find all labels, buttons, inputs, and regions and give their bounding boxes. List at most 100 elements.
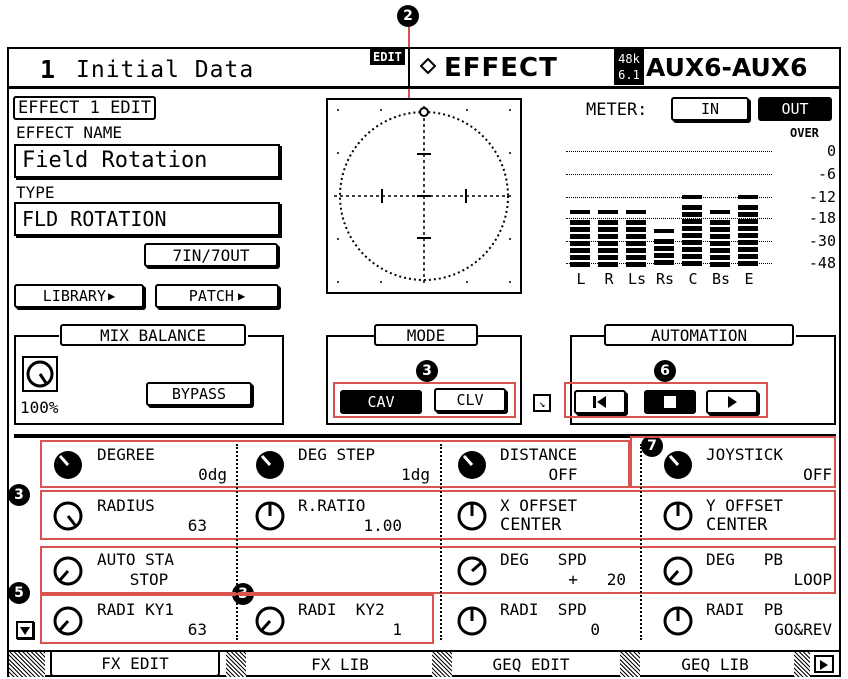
- meter-channel-Rs: Rs: [655, 270, 675, 288]
- play-icon: [728, 396, 737, 408]
- distance-value: OFF: [548, 465, 578, 484]
- clv-button[interactable]: CLV: [434, 388, 506, 412]
- cav-button[interactable]: CAV: [340, 390, 422, 414]
- tab-divider-icon: [432, 652, 452, 677]
- distance-knob[interactable]: [456, 449, 488, 485]
- deg-spd-label: DEG SPD: [500, 550, 587, 569]
- meter-segment: [598, 262, 618, 267]
- radi-ky2-knob[interactable]: [254, 605, 286, 641]
- meter-scale-label: -30: [808, 232, 836, 250]
- auto-sta-value: STOP: [129, 570, 169, 589]
- meter-scale-label: -6: [817, 165, 836, 183]
- library-button[interactable]: LIBRARY ▶: [14, 284, 144, 308]
- meter-segment: [598, 220, 618, 225]
- radi-spd-value: 0: [590, 620, 600, 639]
- bus-name: AUX6-AUX6: [646, 53, 808, 82]
- effect-name-field[interactable]: Field Rotation: [14, 144, 280, 178]
- mode-topline-left: [326, 335, 374, 337]
- x-offset-knob[interactable]: [456, 500, 488, 536]
- type-value: FLD ROTATION: [22, 207, 167, 231]
- meter-segment: [598, 234, 618, 239]
- meter-segment: [570, 234, 590, 239]
- meter-channel-E: E: [744, 270, 754, 288]
- meter-segment: [738, 261, 758, 266]
- meter-scale-label: -12: [808, 188, 836, 206]
- radius-knob[interactable]: [52, 500, 84, 536]
- meter-scale-label: -18: [808, 209, 836, 227]
- page-title: EFFECT: [444, 53, 558, 83]
- effect-name-value: Field Rotation: [22, 148, 208, 173]
- y-offset-label: Y OFFSET: [706, 496, 784, 515]
- patch-button[interactable]: PATCH ▶: [155, 284, 279, 308]
- radi-spd-knob[interactable]: [456, 605, 488, 641]
- meter-segment: [710, 241, 730, 246]
- meter-out-button[interactable]: OUT: [758, 97, 832, 121]
- meter-scale-label: 0: [826, 142, 836, 160]
- meter-segment: [570, 241, 590, 246]
- automation-stop-button[interactable]: [644, 390, 696, 414]
- automation-play-button[interactable]: [706, 390, 758, 414]
- type-field[interactable]: FLD ROTATION: [14, 202, 280, 236]
- radi-ky1-knob[interactable]: [52, 605, 84, 641]
- link-icon[interactable]: ↘: [533, 394, 551, 412]
- tab-fx-edit[interactable]: FX EDIT: [50, 652, 220, 677]
- r-ratio-label: R.RATIO: [298, 496, 366, 515]
- degree-knob[interactable]: [52, 449, 84, 485]
- meter-segment: [682, 247, 702, 252]
- deg-step-knob[interactable]: [254, 449, 286, 485]
- radius-label: RADIUS: [97, 496, 155, 515]
- bypass-button[interactable]: BYPASS: [146, 382, 252, 406]
- meter-segment: [570, 255, 590, 260]
- mix-balance-knob[interactable]: [22, 356, 58, 392]
- automation-rewind-button[interactable]: [574, 390, 626, 414]
- deg-pb-knob[interactable]: [662, 555, 694, 591]
- library-button-label: LIBRARY: [42, 287, 106, 305]
- meter-channel-C: C: [688, 270, 698, 288]
- joystick-field[interactable]: [326, 98, 522, 294]
- tab-geq-lib[interactable]: GEQ LIB: [640, 652, 790, 677]
- meter-in-button[interactable]: IN: [671, 97, 749, 121]
- meter-bars: [566, 139, 766, 267]
- tab-divider-icon: [226, 652, 246, 677]
- meter-label: METER:: [586, 100, 648, 120]
- radius-value: 63: [187, 516, 207, 535]
- deg-spd-knob[interactable]: [456, 555, 488, 591]
- meter-segment: [710, 227, 730, 232]
- tab-geq-edit[interactable]: GEQ EDIT: [456, 652, 606, 677]
- meter-segment: [570, 227, 590, 232]
- radi-ky2-label: RADI KY2: [298, 600, 385, 619]
- meter-segment: [682, 219, 702, 224]
- mode-title: MODE: [374, 324, 478, 346]
- joystick-knob[interactable]: [662, 449, 694, 485]
- auto-sta-knob[interactable]: [52, 555, 84, 591]
- radi-ky1-value: 63: [187, 620, 207, 639]
- tab-divider-icon: [620, 652, 640, 677]
- meter-segment: [626, 255, 646, 260]
- meter-segment: [598, 227, 618, 232]
- distance-label: DISTANCE: [500, 445, 578, 464]
- scroll-down-icon[interactable]: [16, 621, 34, 639]
- tab-next-icon[interactable]: [814, 655, 834, 673]
- meter-peak-L: [570, 210, 590, 214]
- type-label: TYPE: [16, 183, 55, 202]
- mix-balance-title: MIX BALANCE: [60, 324, 246, 346]
- x-offset-label: X OFFSET: [500, 496, 578, 515]
- meter-segment: [570, 248, 590, 253]
- diamond-icon: [419, 57, 437, 75]
- tab-fx-lib[interactable]: FX LIB: [250, 652, 430, 677]
- radi-pb-knob[interactable]: [662, 605, 694, 641]
- radi-ky1-label: RADI KY1: [97, 600, 175, 619]
- y-offset-value: CENTER: [706, 515, 768, 535]
- r-ratio-knob[interactable]: [254, 500, 286, 536]
- io-config: 7IN/7OUT: [144, 243, 278, 267]
- effect-name-label: EFFECT NAME: [16, 123, 122, 142]
- meter-channel-R: R: [604, 270, 614, 288]
- meter-segment: [682, 205, 702, 210]
- y-offset-knob[interactable]: [662, 500, 694, 536]
- meter-segment: [682, 212, 702, 217]
- meter-segment: [598, 248, 618, 253]
- meter-segment: [654, 260, 674, 265]
- header-divider: [408, 49, 410, 86]
- radi-ky2-value: 1: [392, 620, 402, 639]
- mix-balance-topline-left: [14, 335, 59, 337]
